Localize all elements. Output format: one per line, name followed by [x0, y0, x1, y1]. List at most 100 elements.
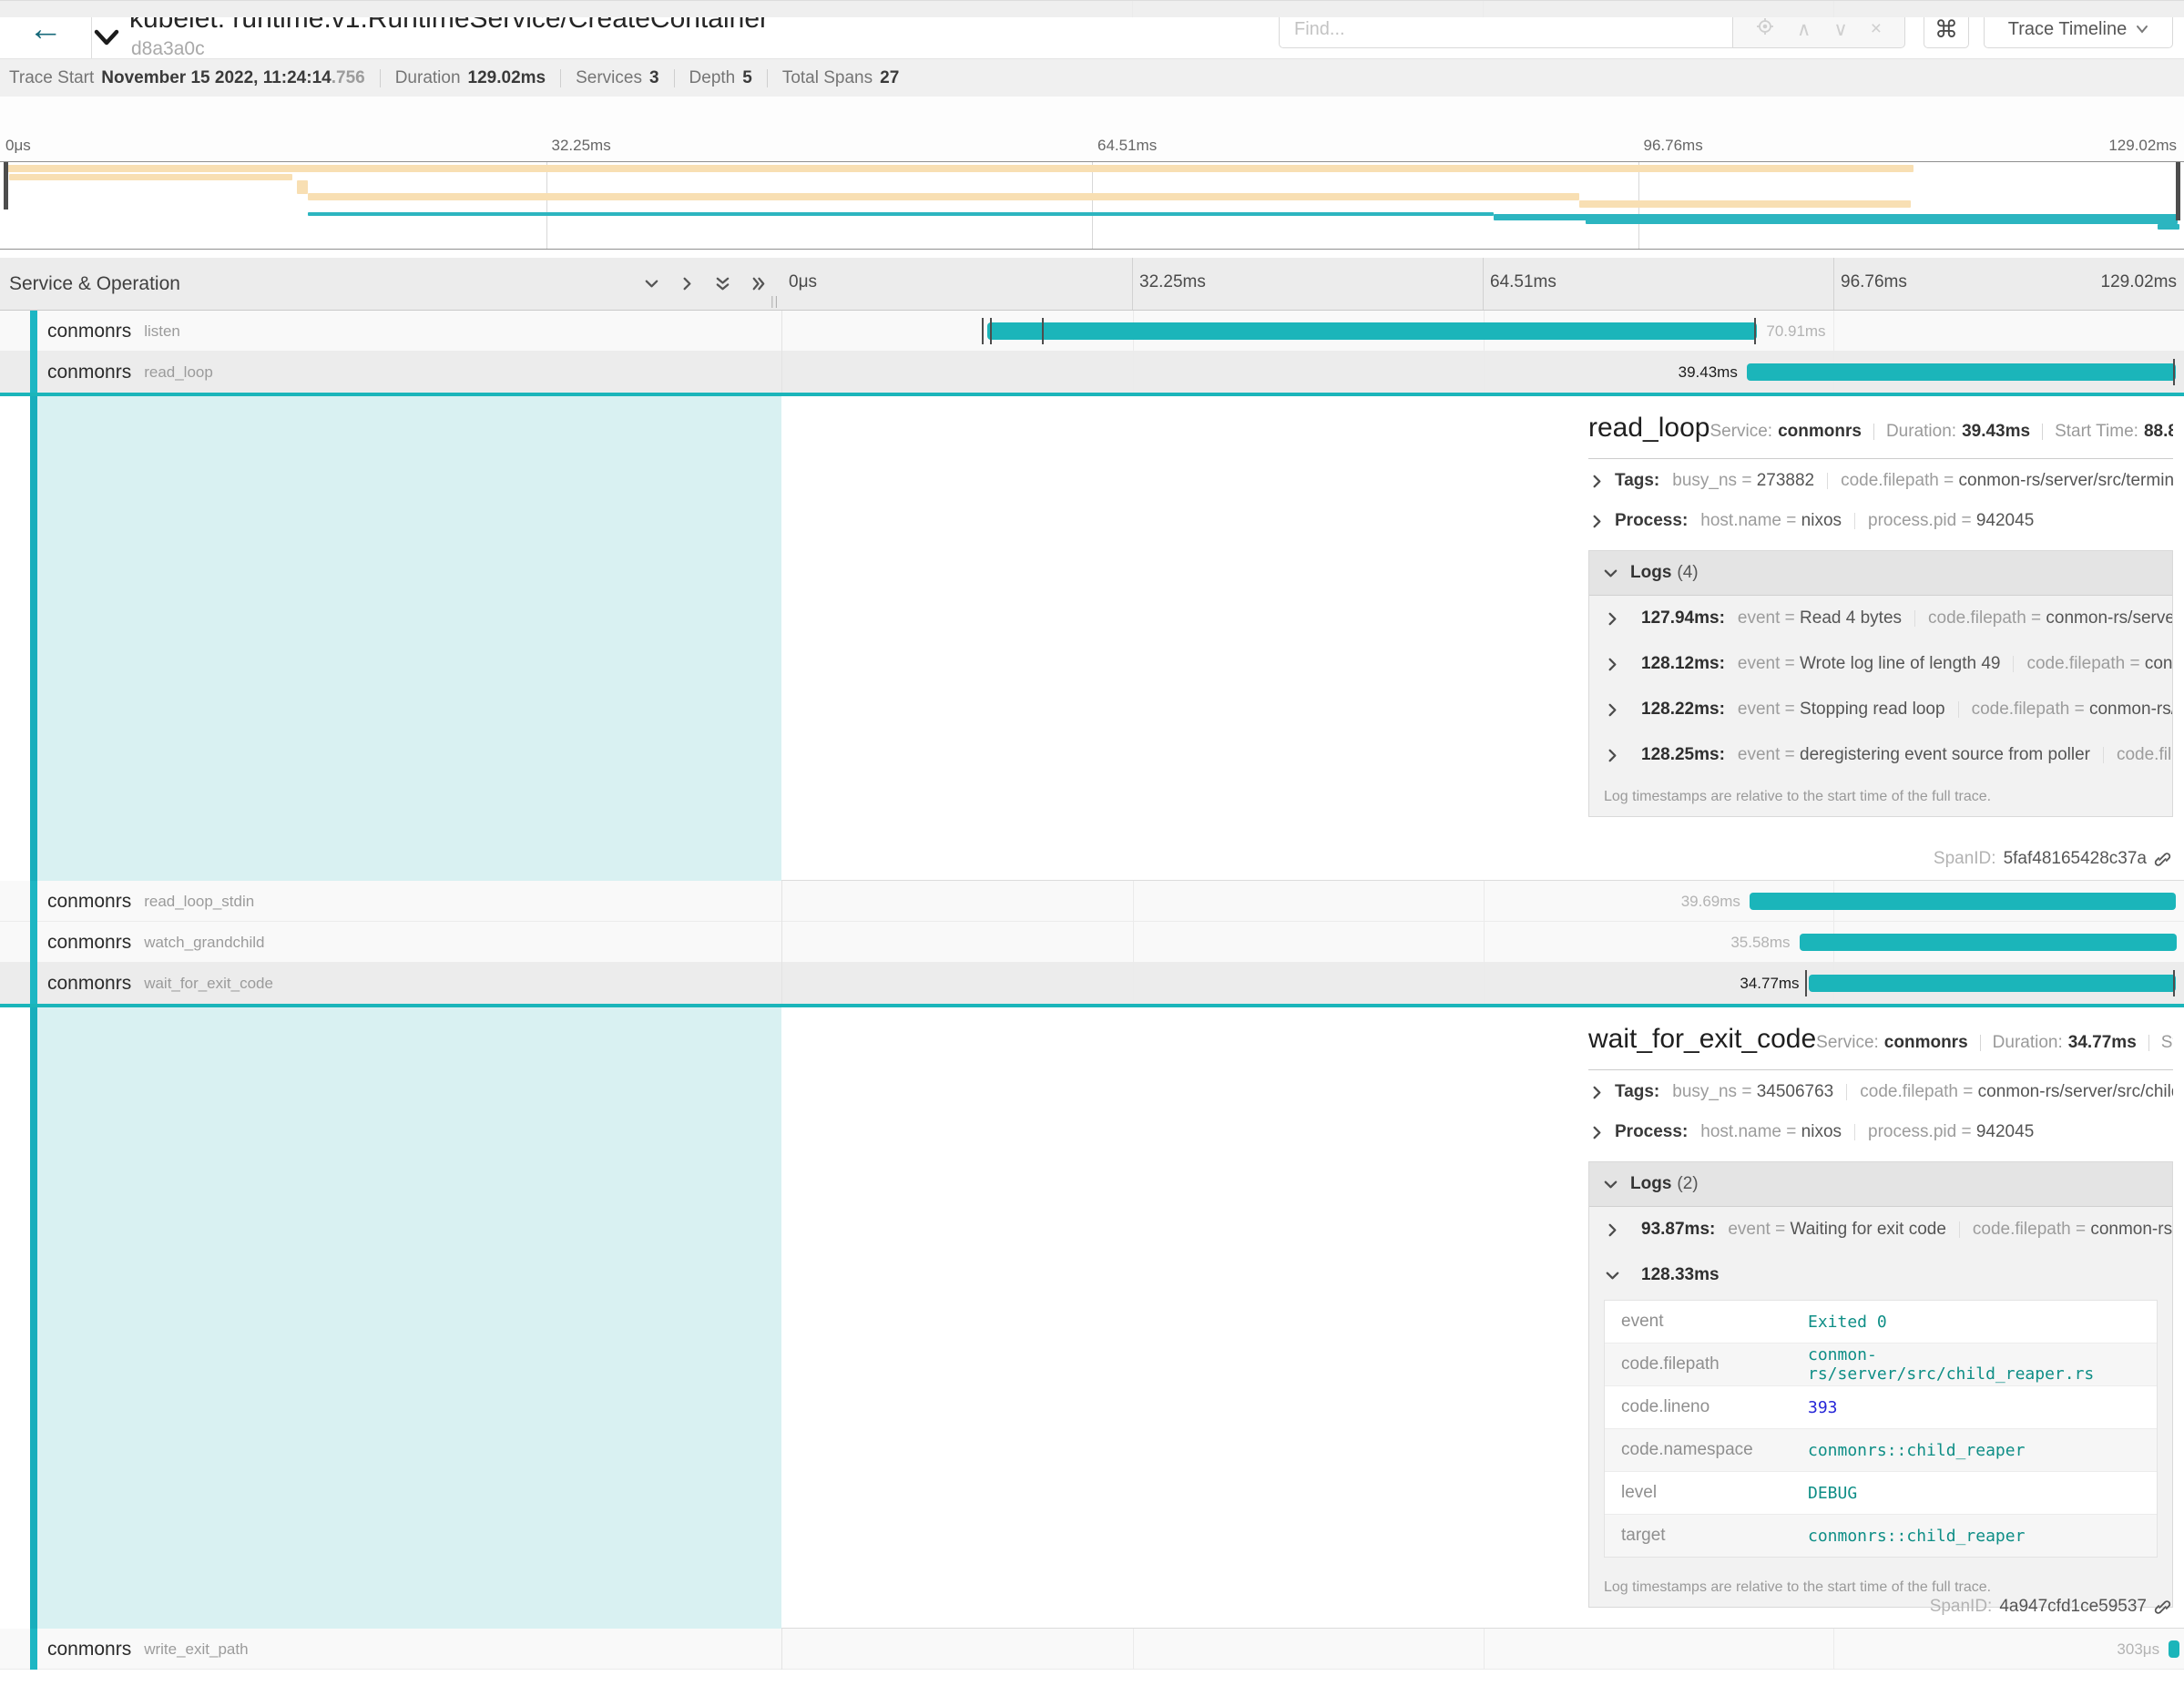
log-marker-tick: [2173, 359, 2175, 385]
kv-equals: =: [2071, 1220, 2091, 1239]
process-accordion[interactable]: Process:host.name = nixosprocess.pid = 9…: [1588, 1112, 2173, 1152]
log-timestamp: 128.22ms:: [1641, 700, 1725, 720]
logs-section: Logs (4)127.94ms:event = Read 4 bytescod…: [1588, 550, 2173, 817]
kv-equals: =: [1781, 511, 1801, 530]
log-entry-row[interactable]: 128.25ms:event = deregistering event sou…: [1589, 732, 2172, 778]
meta-label: Duration:: [1993, 1033, 2063, 1053]
deep-link-icon[interactable]: [2154, 851, 2171, 868]
column-resize-handle[interactable]: ||: [771, 293, 779, 308]
log-entry-row[interactable]: 128.33ms: [1589, 1252, 2172, 1298]
find-clear-icon[interactable]: ×: [1871, 18, 1882, 40]
operation-name: write_exit_path: [144, 1640, 248, 1659]
span-row-listen[interactable]: conmonrslisten 70.91ms: [0, 311, 2184, 352]
span-duration-bar[interactable]: [1750, 893, 2176, 910]
kv-key: code.filepath: [1973, 1220, 2071, 1239]
detail-row-highlight: [37, 1007, 781, 1629]
kv-pair: code.filepath = conmon-rs/server/src/chi…: [1860, 1082, 2173, 1102]
span-duration-bar[interactable]: [2169, 1640, 2179, 1658]
span-timeline-cell[interactable]: 70.91ms: [781, 311, 2184, 352]
find-prev-icon[interactable]: ∧: [1797, 18, 1811, 41]
span-name-cell[interactable]: conmonrswait_for_exit_code: [47, 963, 273, 1004]
minimap-canvas[interactable]: [0, 161, 2184, 250]
meta-label: Start Time:: [2161, 1033, 2173, 1053]
summary-value: 3: [649, 68, 659, 87]
span-name-cell[interactable]: conmonrswatch_grandchild: [47, 922, 265, 963]
log-entry-row[interactable]: 127.94ms:event = Read 4 bytescode.filepa…: [1589, 596, 2172, 641]
span-name-cell[interactable]: conmonrsread_loop_stdin: [47, 881, 254, 922]
kv-equals: =: [1780, 745, 1800, 764]
kv-value: nixos: [1801, 1122, 1842, 1141]
timeline-gridline: [1833, 1, 1834, 17]
tick-label: 96.76ms: [1638, 137, 1703, 155]
span-color-bar: [30, 1629, 37, 1670]
span-row-read_loop_stdin[interactable]: conmonrsread_loop_stdin 39.69ms: [0, 881, 2184, 922]
span-name-cell[interactable]: conmonrslisten: [47, 311, 180, 352]
meta-value: conmonrs: [1884, 1033, 1968, 1053]
kv-key: code.filepath: [1972, 700, 2070, 719]
kv-pair: code.filepath = conmon-rs/server/src/con…: [1972, 700, 2172, 720]
span-timeline-cell[interactable]: 303μs: [781, 1629, 2184, 1670]
collapse-one-icon[interactable]: [643, 275, 660, 292]
collapse-all-icon[interactable]: [714, 275, 731, 292]
log-field-value: DEBUG: [1808, 1484, 1857, 1503]
span-color-bar: [30, 352, 37, 393]
span-timeline-cell[interactable]: 39.69ms: [781, 881, 2184, 922]
find-target-icon[interactable]: [1756, 17, 1774, 41]
kv-key: code.filepath: [1860, 1082, 1958, 1101]
expand-one-icon[interactable]: [679, 275, 696, 292]
minimap-span: [297, 180, 308, 194]
log-timestamp: 127.94ms:: [1641, 608, 1725, 628]
process-accordion[interactable]: Process:host.name = nixosprocess.pid = 9…: [1588, 501, 2173, 541]
timeline-gridline: [1484, 1629, 1485, 1670]
chevron-down-icon: [1604, 1267, 1621, 1284]
logs-accordion-header[interactable]: Logs (2): [1589, 1162, 2172, 1207]
minimap-span: [1579, 200, 1911, 208]
log-entry-row[interactable]: 128.12ms:event = Wrote log line of lengt…: [1589, 641, 2172, 687]
span-row-watch_grandchild[interactable]: conmonrswatch_grandchild 35.58ms: [0, 922, 2184, 963]
span-row-write_exit_path[interactable]: conmonrswrite_exit_path 303μs: [0, 1629, 2184, 1670]
span-row-wait_for_exit_code[interactable]: conmonrswait_for_exit_code 34.77ms: [0, 963, 2184, 1007]
collapse-title-chevron-icon[interactable]: [93, 29, 120, 52]
chevron-down-icon: [1602, 565, 1619, 582]
grid-header-divider: [1833, 258, 1834, 310]
minimap-span: [9, 174, 293, 180]
span-duration-bar[interactable]: [1800, 934, 2177, 951]
expand-collapse-controls: [643, 258, 767, 310]
kv-key: process.pid: [1868, 1122, 1956, 1141]
log-entry-row[interactable]: 128.22ms:event = Stopping read loopcode.…: [1589, 687, 2172, 732]
log-marker-tick: [2173, 970, 2175, 996]
kv-pair: process.pid = 942045: [1868, 1122, 2034, 1142]
chevron-right-icon: [1588, 473, 1606, 490]
span-duration-bar[interactable]: [987, 322, 1757, 340]
kv-divider: [1846, 1084, 1847, 1100]
timeline-gridline: [1484, 963, 1485, 1004]
kv-value: conmon-rs/server/src/child_reaper.rs: [2090, 1220, 2172, 1239]
chevron-right-icon: [1588, 513, 1606, 530]
summary-divider: [674, 69, 675, 87]
tags-accordion[interactable]: Tags:busy_ns = 34506763code.filepath = c…: [1588, 1072, 2173, 1112]
tags-accordion[interactable]: Tags:busy_ns = 273882code.filepath = con…: [1588, 461, 2173, 501]
span-duration-bar[interactable]: [1747, 363, 2176, 381]
log-entry-row[interactable]: 93.87ms:event = Waiting for exit codecod…: [1589, 1207, 2172, 1252]
minimap-right-drag-handle[interactable]: [2176, 162, 2180, 220]
span-name-cell[interactable]: conmonrsread_loop: [47, 352, 213, 393]
kv-pair: event = Waiting for exit code: [1728, 1220, 1946, 1240]
spanid-value: 4a947cfd1ce59537: [1999, 1597, 2147, 1617]
span-timeline-cell[interactable]: 35.58ms: [781, 922, 2184, 963]
logs-accordion-header[interactable]: Logs (4): [1589, 551, 2172, 596]
grid-header-divider: [1483, 258, 1484, 310]
minimap-left-drag-handle[interactable]: [4, 162, 8, 209]
deep-link-icon[interactable]: [2154, 1599, 2171, 1616]
span-timeline-cell[interactable]: 34.77ms: [781, 963, 2184, 1004]
kv-value: conmon-rs/server/src/terminal.rs: [1959, 471, 2173, 490]
span-duration-bar[interactable]: [1809, 975, 2176, 992]
span-name-cell[interactable]: conmonrswrite_exit_path: [47, 1629, 249, 1670]
span-row-read_loop[interactable]: conmonrsread_loop 39.43ms: [0, 352, 2184, 396]
log-marker-tick: [990, 318, 992, 344]
summary-value: 129.02ms: [468, 68, 546, 87]
expand-all-icon[interactable]: [750, 275, 767, 292]
find-next-icon[interactable]: ∨: [1833, 18, 1847, 41]
log-marker-tick: [1805, 970, 1807, 996]
chevron-right-icon: [1588, 1084, 1606, 1101]
span-timeline-cell[interactable]: 39.43ms: [781, 352, 2184, 393]
